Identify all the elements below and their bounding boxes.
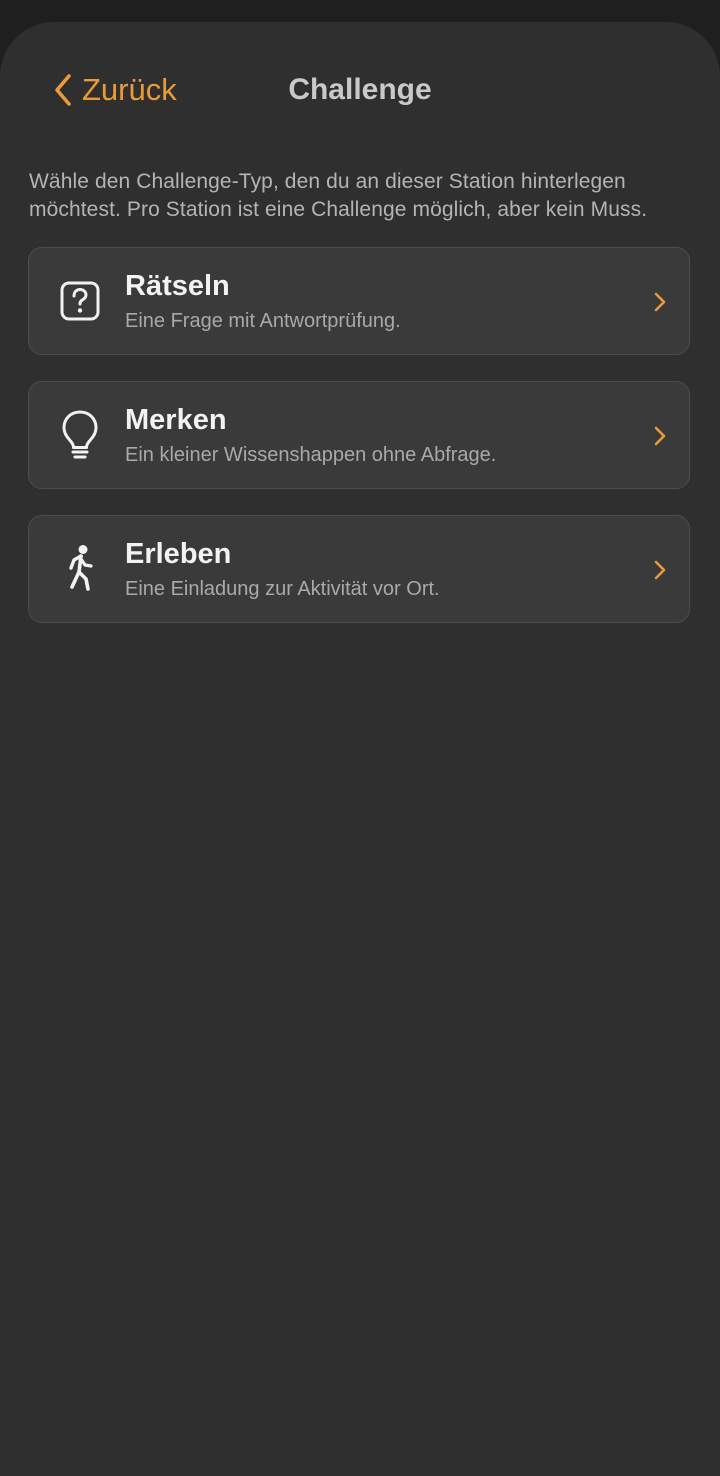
option-subtitle: Eine Einladung zur Aktivität vor Ort. (125, 578, 440, 600)
option-card-raetseln[interactable]: Rätseln Eine Frage mit Antwortprüfung. (28, 247, 690, 355)
chevron-right-icon (654, 292, 666, 312)
option-subtitle: Ein kleiner Wissenshappen ohne Abfrage. (125, 444, 497, 466)
lightbulb-icon (55, 410, 105, 460)
walking-person-icon (55, 544, 105, 594)
option-card-erleben[interactable]: Erleben Eine Einladung zur Aktivität vor… (28, 515, 690, 623)
modal-sheet: Zurück Challenge Wähle den Challenge-Typ… (0, 22, 720, 1476)
chevron-right-icon (654, 560, 666, 580)
navigation-bar: Zurück Challenge (0, 22, 720, 162)
intro-text: Wähle den Challenge-Typ, den du an diese… (29, 170, 648, 221)
option-card-merken[interactable]: Merken Ein kleiner Wissenshappen ohne Ab… (28, 381, 690, 489)
option-title: Erleben (125, 538, 232, 570)
option-title: Rätseln (125, 270, 230, 302)
page-title: Challenge (288, 73, 432, 106)
question-square-icon (55, 276, 105, 326)
option-title: Merken (125, 404, 227, 436)
option-subtitle: Eine Frage mit Antwortprüfung. (125, 310, 401, 332)
chevron-right-icon (654, 426, 666, 446)
